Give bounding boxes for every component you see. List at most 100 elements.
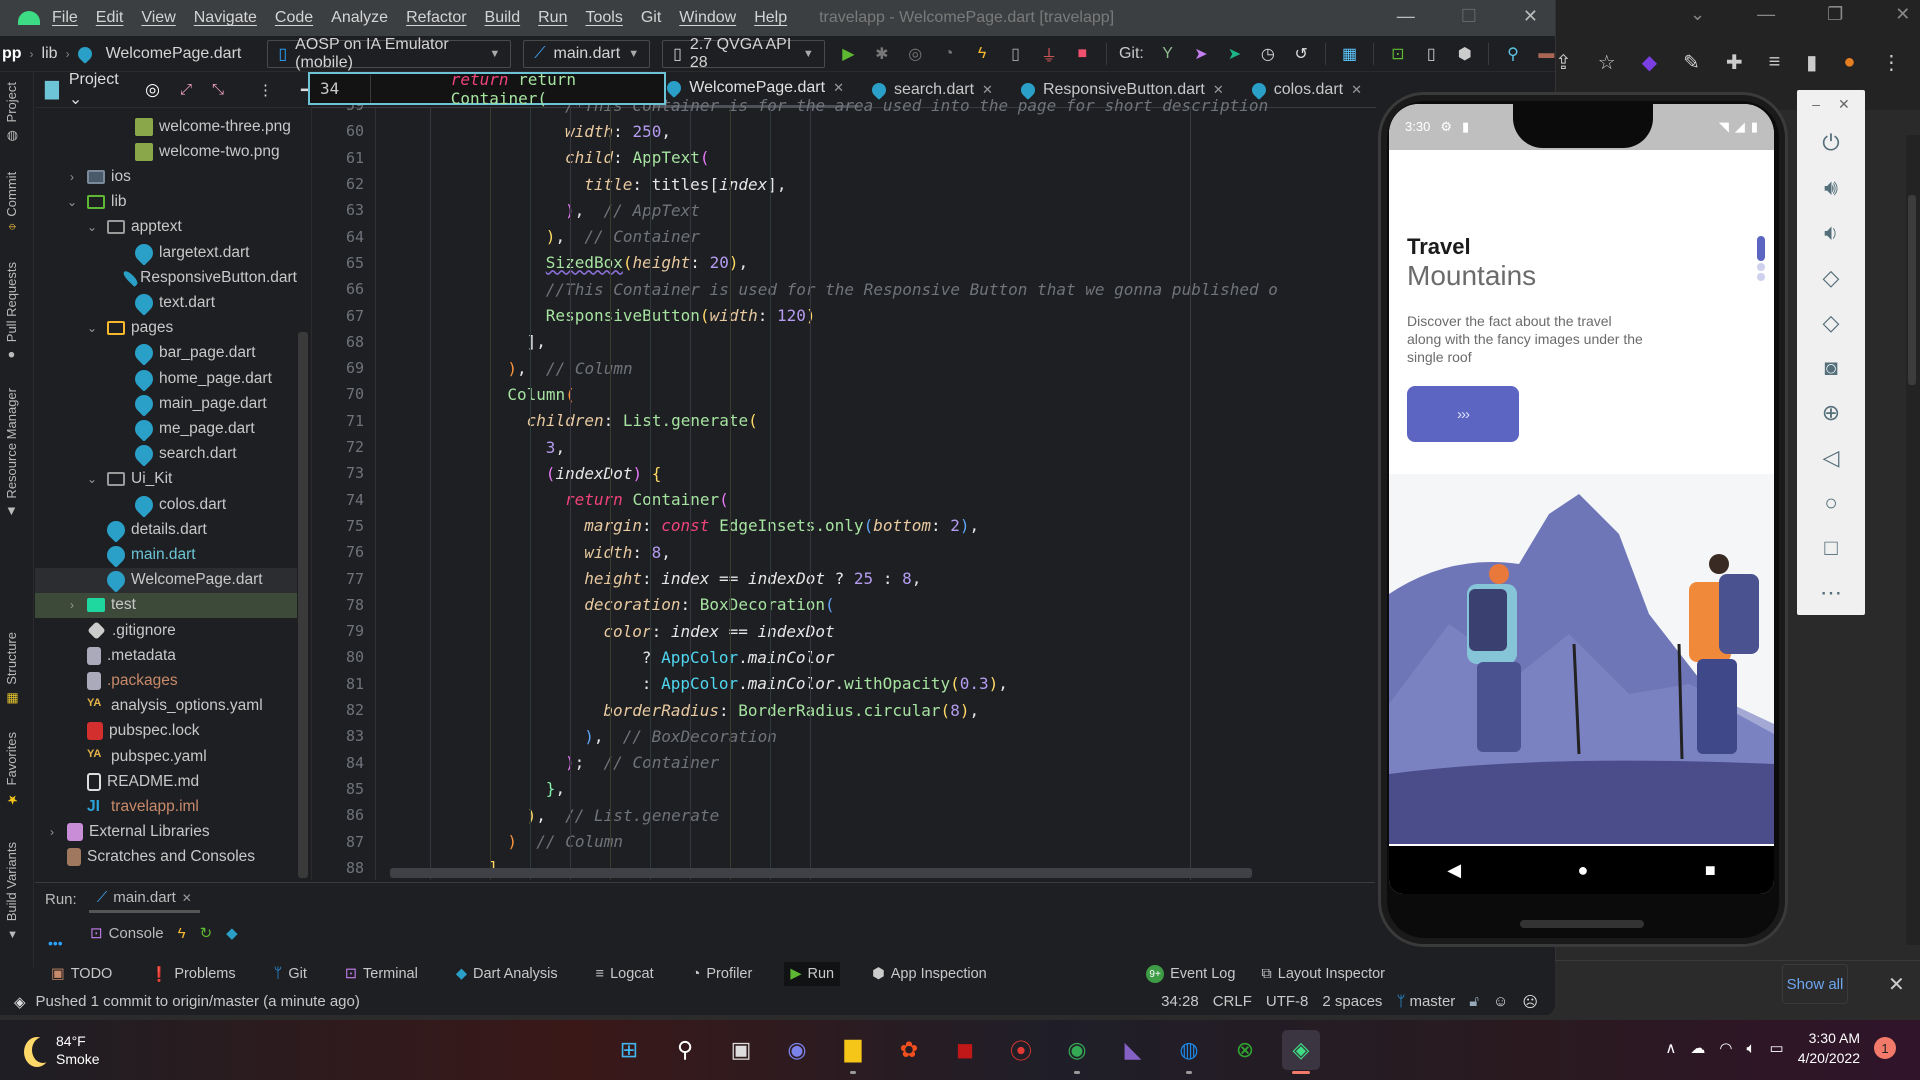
breadcrumb-file[interactable]: WelcomePage.dart — [106, 45, 242, 63]
device-selector[interactable]: ▯ AOSP on IA Emulator (mobile) ▼ — [267, 36, 512, 71]
unlock-icon[interactable]: 🔓︎ — [1469, 993, 1479, 1010]
avatar-icon[interactable]: ▬ — [1537, 43, 1555, 65]
tree-item[interactable]: ⌄ pages — [35, 316, 297, 341]
notification-badge[interactable]: 1 — [1874, 1037, 1896, 1059]
rotate-left-icon[interactable]: ◇ — [1823, 255, 1840, 300]
tree-item[interactable]: welcome-three.png — [35, 114, 297, 139]
code-line[interactable]: 79 color: index == indexDot — [312, 618, 1377, 644]
menu-git[interactable]: Git — [641, 9, 661, 27]
page-scrollbar[interactable] — [1906, 135, 1920, 945]
side-tab-project[interactable]: ◍ Project — [4, 82, 19, 143]
run-config-selector[interactable]: ⟋ main.dart ▼ — [523, 39, 651, 68]
close-icon[interactable]: ✕ — [182, 891, 192, 905]
hot-reload-icon[interactable]: ϟ — [972, 43, 991, 65]
code-line[interactable]: 80 ? AppColor.mainColor — [312, 644, 1377, 670]
chevron-down-icon[interactable]: ⌄ — [85, 220, 99, 234]
device-manager-icon[interactable]: ▯ — [1422, 43, 1441, 65]
clock[interactable]: 3:30 AM 4/20/2022 — [1798, 1028, 1860, 1068]
chrome-button[interactable]: ◉ — [1058, 1030, 1096, 1074]
menu-help[interactable]: Help — [754, 9, 787, 27]
volume-icon[interactable]: 🔈︎ — [1747, 1040, 1756, 1057]
status-message[interactable]: Pushed 1 commit to origin/master (a minu… — [36, 993, 360, 1010]
task-view-button[interactable]: ▣ — [722, 1030, 760, 1070]
menu-build[interactable]: Build — [485, 9, 521, 27]
nav-back-icon[interactable]: ◀ — [1447, 860, 1461, 881]
tool-window-problems[interactable]: ❗ Problems — [144, 962, 241, 987]
code-line[interactable]: 63), // AppText — [312, 197, 1377, 223]
code-line[interactable]: 68], — [312, 329, 1377, 355]
profile-icon[interactable]: ◔ — [939, 43, 958, 65]
avd-selector[interactable]: ▯ 2.7 QVGA API 28 ▼ — [662, 36, 825, 71]
code-line[interactable]: 82 borderRadius: BorderRadius.circular(8)… — [312, 697, 1377, 723]
app-red-button[interactable]: ◼ — [946, 1030, 984, 1070]
home-icon[interactable]: ○ — [1824, 480, 1837, 525]
layout-inspector-button[interactable]: ⧉ Layout Inspector — [1261, 966, 1385, 982]
code-line[interactable]: 64), // Container — [312, 224, 1377, 250]
puzzle-icon[interactable]: ✚ — [1726, 50, 1743, 75]
code-line[interactable]: 61 child: AppText( — [312, 145, 1377, 171]
tree-item[interactable]: .packages — [35, 668, 297, 693]
onedrive-icon[interactable]: ☁ — [1690, 1039, 1705, 1057]
pen-icon[interactable]: ✎ — [1683, 50, 1700, 75]
menu-code[interactable]: Code — [275, 9, 313, 27]
close-icon[interactable]: ✕ — [1838, 96, 1850, 120]
tree-item[interactable]: JI travelapp.iml — [35, 794, 297, 819]
tree-item[interactable]: ⌄ apptext — [35, 215, 297, 240]
tree-item[interactable]: › ios — [35, 164, 297, 189]
code-line[interactable]: 67 ResponsiveButton(width: 120) — [312, 302, 1377, 328]
minimize-icon[interactable]: — — [1757, 4, 1775, 25]
plug-icon[interactable]: ⏚ — [1039, 43, 1058, 65]
chevron-right-icon[interactable]: › — [65, 170, 79, 184]
maximize-icon[interactable]: ☐ — [1461, 6, 1477, 27]
side-tab-resource-manager[interactable]: ▲ Resource Manager — [4, 388, 19, 520]
search-icon[interactable]: ⚲ — [1503, 43, 1522, 65]
code-line[interactable]: 77 height: index == indexDot ? 25 : 8, — [312, 565, 1377, 591]
rotate-right-icon[interactable]: ◇ — [1823, 300, 1840, 345]
git-commit-icon[interactable]: ➤ — [1191, 43, 1210, 65]
playlist-icon[interactable]: ≡ — [1769, 51, 1781, 74]
teams-chat-button[interactable]: ◉ — [778, 1030, 816, 1070]
restore-icon[interactable]: ❐ — [1827, 4, 1843, 25]
code-line[interactable]: 71 children: List.generate( — [312, 408, 1377, 434]
tree-item[interactable]: › test — [35, 592, 297, 618]
tree-item[interactable]: colos.dart — [35, 491, 297, 518]
more-icon[interactable]: ⋯ — [1820, 570, 1842, 615]
chevron-right-icon[interactable]: › — [65, 598, 79, 612]
power-icon[interactable]: ⏻ — [1822, 120, 1839, 165]
tree-item[interactable]: YA analysis_options.yaml — [35, 694, 297, 719]
visual-studio-button[interactable]: ◣ — [1114, 1030, 1152, 1070]
tree-item[interactable]: search.dart — [35, 441, 297, 467]
code-line[interactable]: 60 width: 250, — [312, 118, 1377, 144]
console-tab[interactable]: ⊡ Console — [90, 924, 164, 943]
editor-horizontal-scrollbar[interactable] — [390, 868, 1252, 878]
menu-run[interactable]: Run — [538, 9, 567, 27]
attach-debugger-icon[interactable]: ◎ — [906, 43, 925, 65]
breadcrumb-lib[interactable]: lib — [42, 45, 58, 63]
side-tab-favorites[interactable]: ★ Favorites — [4, 732, 19, 806]
recorder-button[interactable]: ⦿ — [1002, 1030, 1040, 1070]
code-line[interactable]: 69), // Column — [312, 355, 1377, 381]
menu-view[interactable]: View — [141, 9, 175, 27]
menu-window[interactable]: Window — [679, 9, 736, 27]
tree-item[interactable]: › External Libraries — [35, 820, 297, 845]
hot-restart-icon[interactable]: ↻ — [200, 924, 213, 942]
tree-item[interactable]: welcome-two.png — [35, 139, 297, 164]
sdk-manager-icon[interactable]: ⬢ — [1455, 43, 1474, 65]
sidebar-icon[interactable]: ▮ — [1806, 50, 1817, 75]
menu-tools[interactable]: Tools — [585, 9, 622, 27]
tool-window-terminal[interactable]: ⊡ Terminal — [339, 962, 424, 986]
code-line[interactable]: 62 title: titles[index], — [312, 171, 1377, 197]
close-icon[interactable]: ✕ — [1888, 972, 1905, 997]
profile-icon[interactable]: ● — [1843, 51, 1855, 74]
overview-icon[interactable]: □ — [1824, 525, 1837, 570]
hot-reload-icon[interactable]: ϟ — [178, 925, 186, 942]
tree-item[interactable]: Scratches and Consoles — [35, 845, 297, 870]
code-line[interactable]: 65 SizedBox(height: 20), — [312, 250, 1377, 276]
show-all-button[interactable]: Show all — [1782, 964, 1848, 1004]
tool-window-dart-analysis[interactable]: ◆ Dart Analysis — [450, 962, 564, 986]
file-encoding[interactable]: UTF-8 — [1266, 993, 1309, 1010]
minimize-icon[interactable]: – — [1812, 96, 1820, 120]
code-line[interactable]: 85}, — [312, 776, 1377, 802]
chevron-up-icon[interactable]: ∧ — [1665, 1039, 1676, 1057]
back-icon[interactable]: ◁ — [1823, 435, 1840, 480]
